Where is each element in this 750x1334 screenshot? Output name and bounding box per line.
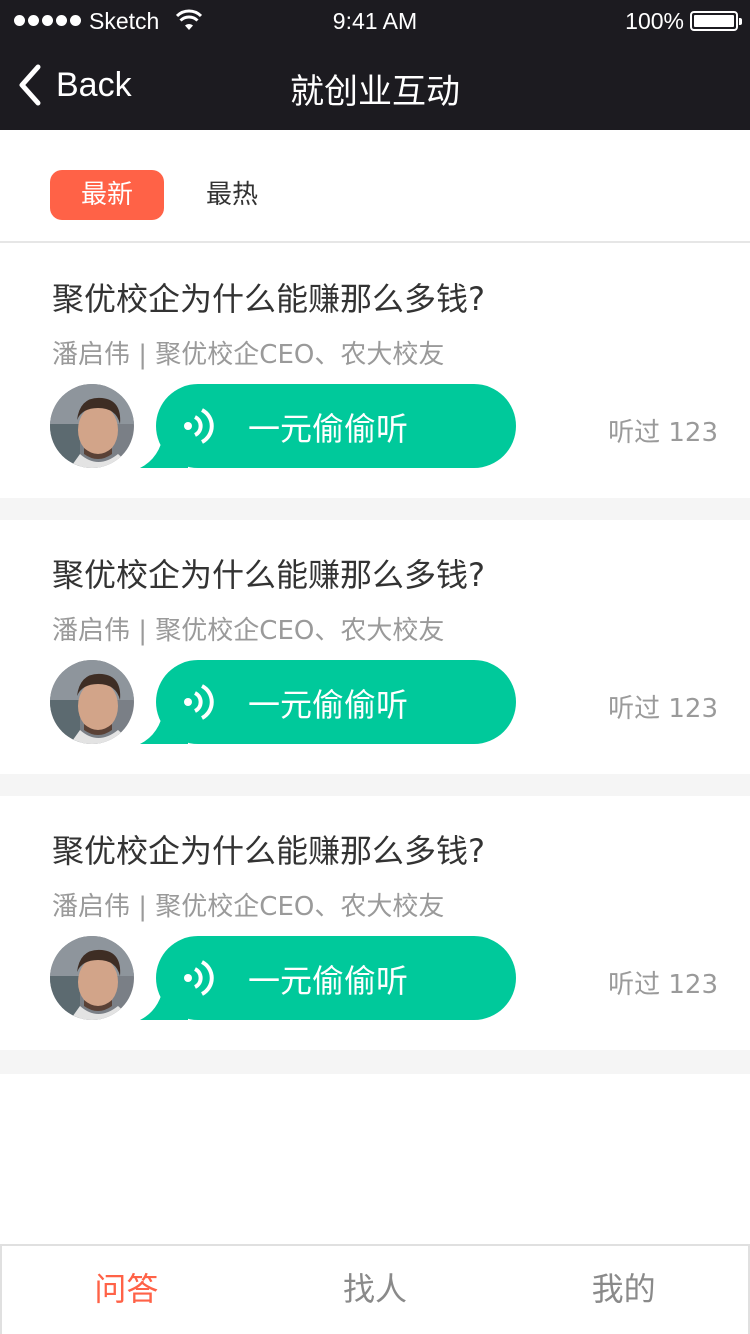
tab-find-people[interactable]: 找人: [251, 1246, 500, 1334]
answerer-info: 潘启伟 | 聚优校企CEO、农大校友: [52, 616, 445, 646]
avatar[interactable]: [50, 936, 134, 1020]
tab-qa[interactable]: 问答: [2, 1246, 251, 1334]
tab-mine[interactable]: 我的: [499, 1246, 748, 1334]
divider: [0, 498, 750, 522]
question-title: 聚优校企为什么能赚那么多钱?: [52, 556, 485, 594]
voice-icon: [184, 960, 214, 996]
header: Sketch 9:41 AM 100% Back 就创业互动: [0, 0, 750, 130]
page-title: 就创业互动: [290, 72, 460, 112]
listen-label: 一元偷偷听: [248, 686, 409, 724]
question-title: 聚优校企为什么能赚那么多钱?: [52, 280, 485, 318]
divider: [0, 1050, 750, 1074]
question-title: 聚优校企为什么能赚那么多钱?: [52, 832, 485, 870]
question-card[interactable]: 聚优校企为什么能赚那么多钱? 潘启伟 | 聚优校企CEO、农大校友 一元偷偷听 …: [0, 796, 750, 1050]
listen-label: 一元偷偷听: [248, 962, 409, 1000]
divider: [0, 774, 750, 798]
avatar[interactable]: [50, 660, 134, 744]
listen-count: 听过 123: [608, 694, 718, 724]
listen-button[interactable]: 一元偷偷听: [138, 936, 518, 1020]
listen-button[interactable]: 一元偷偷听: [138, 384, 518, 468]
answerer-info: 潘启伟 | 聚优校企CEO、农大校友: [52, 892, 445, 922]
listen-button[interactable]: 一元偷偷听: [138, 660, 518, 744]
battery-percent: 100%: [625, 8, 684, 34]
nav-bar: Back 就创业互动: [0, 44, 750, 130]
listen-label: 一元偷偷听: [248, 410, 409, 448]
tab-hottest[interactable]: 最热: [180, 170, 284, 220]
status-bar: Sketch 9:41 AM 100%: [0, 0, 750, 44]
voice-icon: [184, 408, 214, 444]
tab-latest[interactable]: 最新: [50, 170, 164, 220]
listen-count: 听过 123: [608, 970, 718, 1000]
filter-tabs: 最新 最热: [0, 130, 750, 243]
answerer-info: 潘启伟 | 聚优校企CEO、农大校友: [52, 340, 445, 370]
question-card[interactable]: 聚优校企为什么能赚那么多钱? 潘启伟 | 聚优校企CEO、农大校友 一元偷偷听 …: [0, 520, 750, 774]
avatar[interactable]: [50, 384, 134, 468]
voice-icon: [184, 684, 214, 720]
question-card[interactable]: 聚优校企为什么能赚那么多钱? 潘启伟 | 聚优校企CEO、农大校友 一元偷偷听 …: [0, 244, 750, 498]
bottom-tab-bar: 问答 找人 我的: [0, 1244, 750, 1334]
listen-count: 听过 123: [608, 418, 718, 448]
battery-icon: [690, 11, 742, 31]
